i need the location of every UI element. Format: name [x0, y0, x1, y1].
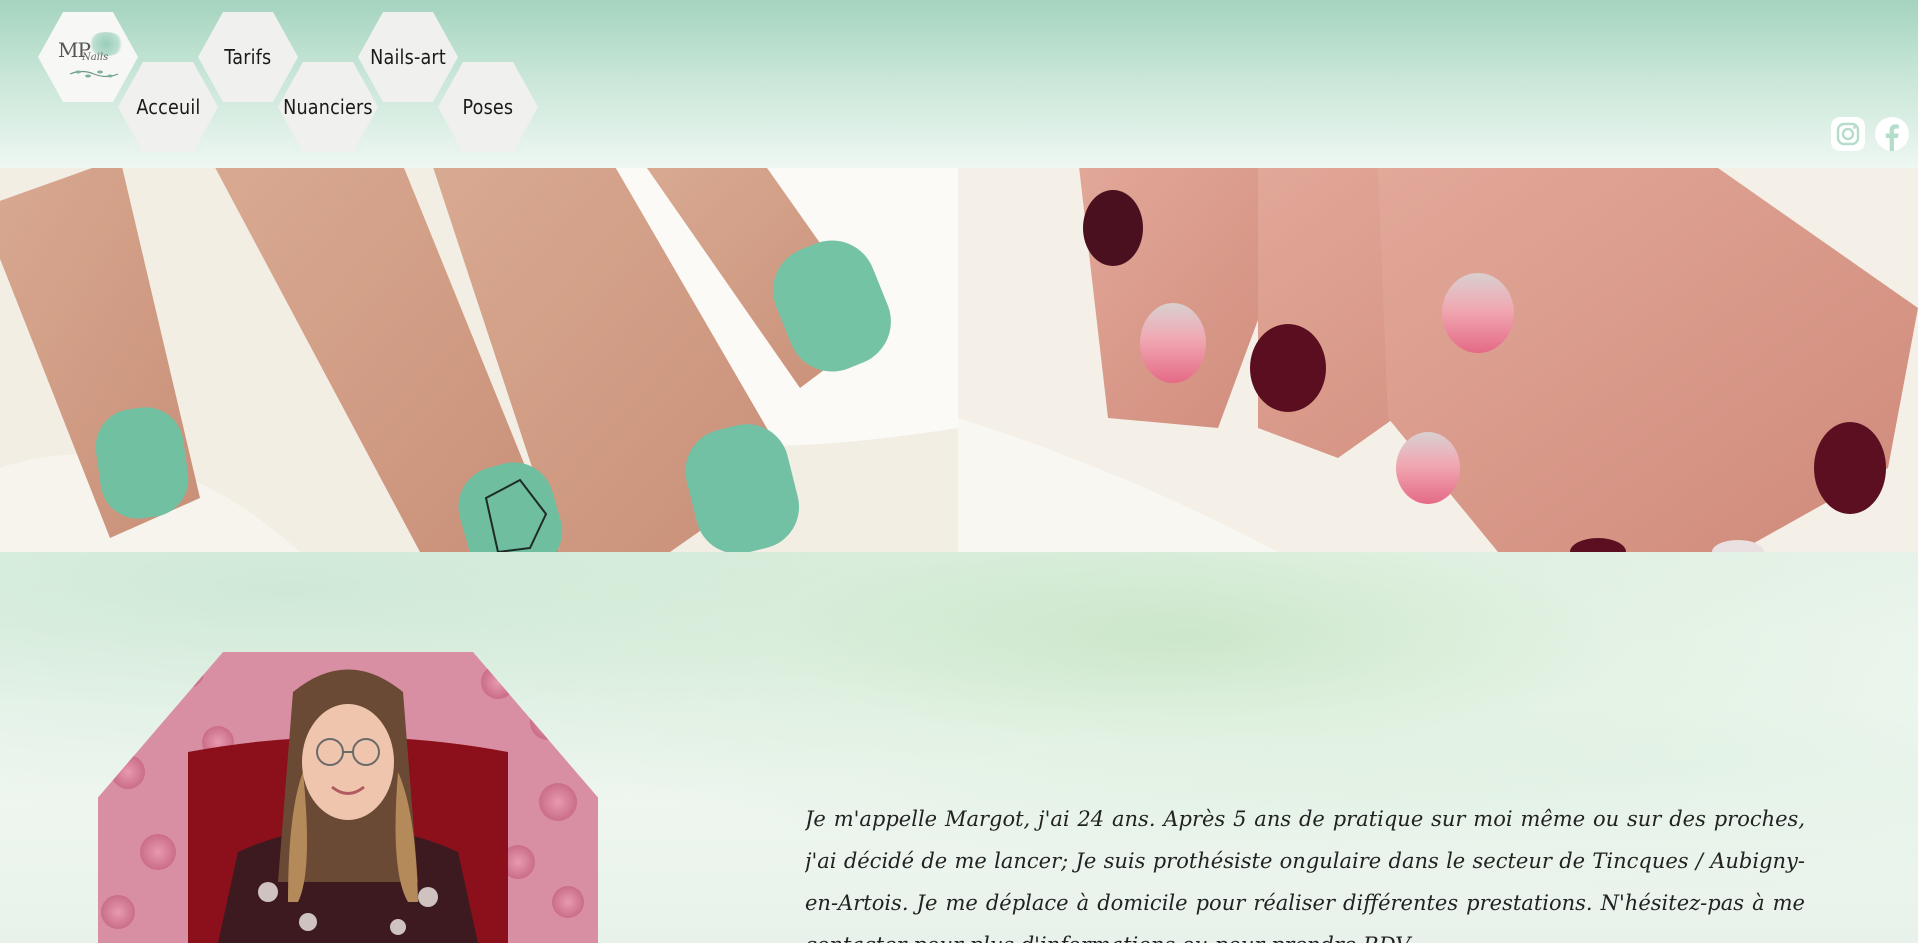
about-bio: Je m'appelle Margot, j'ai 24 ans. Après …	[805, 807, 1805, 943]
nav-item-tarifs[interactable]: Tarifs	[198, 12, 298, 102]
nav-item-acceuil[interactable]: Acceuil	[118, 62, 218, 152]
nav-item-label: Nuanciers	[283, 95, 373, 119]
nav-item-poses[interactable]: Poses	[438, 62, 538, 152]
nails-slideshow[interactable]	[0, 168, 1918, 552]
logo[interactable]: MP Nails	[38, 12, 138, 102]
nav-item-label: Nails-art	[370, 45, 446, 69]
nav-item-nuanciers[interactable]: Nuanciers	[278, 62, 378, 152]
logo-mark: MP Nails	[48, 22, 128, 92]
slide-image-pink-nails	[958, 168, 1918, 552]
slide-image-green-nails	[0, 168, 958, 552]
logo-text-sub: Nails	[82, 52, 109, 63]
facebook-icon[interactable]	[1874, 116, 1910, 152]
leaves-icon	[69, 70, 119, 78]
instagram-icon[interactable]	[1830, 116, 1866, 152]
nav-item-label: Tarifs	[224, 45, 272, 69]
nav-item-nails-art[interactable]: Nails-art	[358, 12, 458, 102]
nav-item-label: Acceuil	[135, 95, 201, 119]
site-header: MP Nails Tarifs Nails-art Acceuil Nuanci…	[0, 0, 1918, 168]
nav-item-label: Poses	[462, 95, 514, 119]
